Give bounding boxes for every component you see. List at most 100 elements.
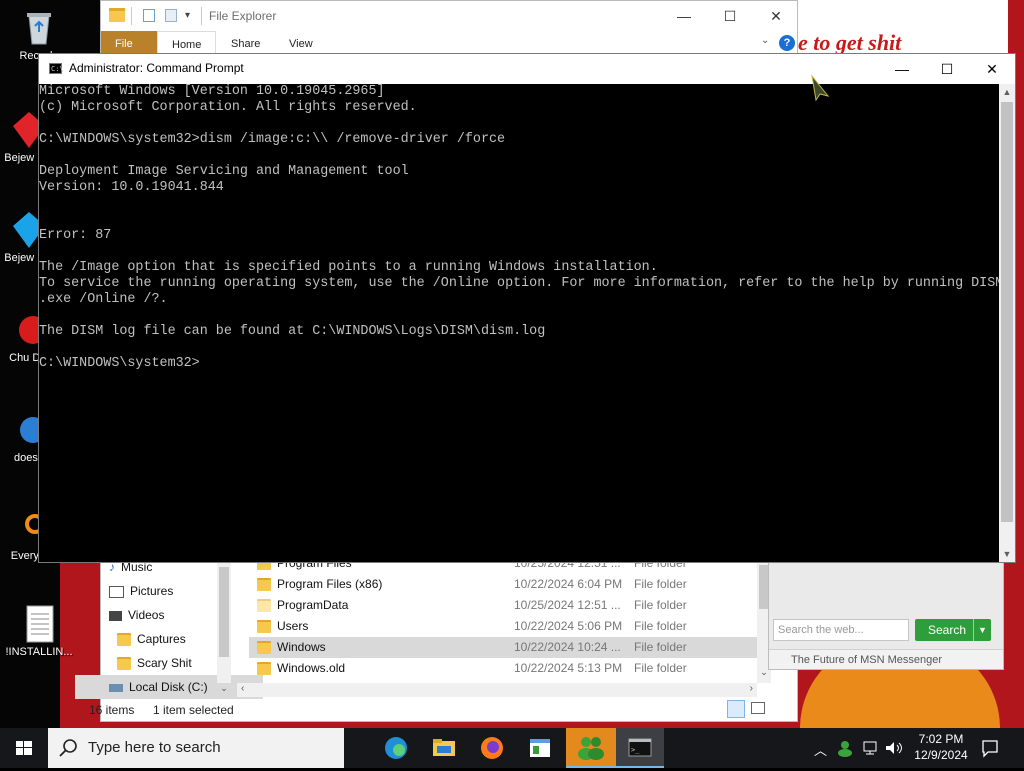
nav-item-label: Scary Shit: [137, 656, 192, 670]
console-line: Microsoft Windows [Version 10.0.19045.29…: [39, 84, 385, 99]
list-item-selected[interactable]: Windows 10/22/2024 10:24 ... File folder: [249, 637, 757, 658]
console-line: Error: 87: [39, 228, 112, 243]
file-type: File folder: [634, 661, 687, 675]
minimize-button[interactable]: —: [661, 1, 707, 31]
nav-item-local-disk[interactable]: Local Disk (C:): [75, 675, 263, 699]
scroll-up-icon[interactable]: ▲: [999, 84, 1015, 100]
console-line: C:\WINDOWS\system32>dism /image:c:\\ /re…: [39, 132, 506, 147]
nav-item-label: Videos: [128, 608, 165, 622]
scroll-down-icon[interactable]: ▼: [999, 546, 1015, 562]
command-prompt-window[interactable]: C:\ Administrator: Command Prompt — ☐ ✕ …: [38, 53, 1016, 563]
minimize-button[interactable]: —: [879, 54, 925, 84]
nav-item-pictures[interactable]: Pictures: [109, 579, 173, 603]
msn-tray-icon[interactable]: [836, 739, 854, 760]
folder-icon: [117, 657, 131, 671]
maximize-button[interactable]: ☐: [707, 1, 753, 31]
pictures-icon: [109, 585, 124, 598]
notification-center-icon[interactable]: [980, 738, 1000, 761]
start-button[interactable]: [0, 728, 48, 768]
videos-icon: [109, 610, 122, 621]
chevron-down-icon[interactable]: ▼: [973, 619, 987, 641]
web-search-input[interactable]: Search the web...: [773, 619, 909, 641]
horizontal-scrollbar[interactable]: ‹ ›: [237, 683, 757, 697]
network-icon[interactable]: [862, 739, 880, 760]
quick-access-dropdown-icon[interactable]: ▾: [185, 10, 190, 21]
scroll-down-icon[interactable]: ⌄: [217, 683, 231, 694]
tab-view[interactable]: View: [275, 31, 327, 55]
banner-text: e to get shit: [798, 30, 902, 54]
status-bar: 16 items 1 item selected: [89, 699, 797, 721]
taskbar-search-box[interactable]: Type here to search: [48, 728, 344, 768]
file-date: 10/22/2024 5:06 PM: [514, 619, 623, 633]
web-search-button[interactable]: Search ▼: [915, 619, 991, 641]
new-folder-icon[interactable]: [165, 9, 177, 22]
msn-footer: The Future of MSN Messenger: [769, 649, 1003, 669]
taskbar-app-command-prompt[interactable]: >_: [616, 728, 664, 768]
nav-item-label: Pictures: [130, 584, 174, 598]
tab-share[interactable]: Share: [217, 31, 274, 55]
ribbon-expand-icon[interactable]: ⌄: [761, 35, 769, 46]
volume-icon[interactable]: [884, 739, 904, 760]
scroll-left-icon[interactable]: ‹: [241, 683, 244, 694]
folder-icon: [257, 620, 271, 634]
list-item[interactable]: Program Files (x86) 10/22/2024 6:04 PM Fil…: [257, 574, 757, 595]
text-file-icon: [19, 604, 59, 644]
file-name: Windows: [277, 640, 326, 654]
close-button[interactable]: ✕: [753, 1, 799, 31]
console-scrollbar-thumb[interactable]: [1001, 102, 1013, 522]
nav-scrollbar-thumb[interactable]: [219, 567, 229, 657]
web-search-button-label: Search: [928, 623, 967, 637]
show-hidden-icons-icon[interactable]: ︿: [814, 740, 827, 759]
console-scrollbar[interactable]: ▲ ▼: [999, 84, 1015, 562]
details-view-icon[interactable]: [727, 700, 745, 718]
console-line: (c) Microsoft Corporation. All rights re…: [39, 100, 417, 115]
nav-scrollbar[interactable]: ⌄: [217, 559, 231, 693]
nav-item-scary-shit[interactable]: Scary Shit: [117, 651, 192, 675]
taskbar-app-notepad[interactable]: [516, 728, 564, 768]
maximize-button[interactable]: ☐: [924, 54, 970, 84]
file-type: File folder: [634, 619, 687, 633]
divider: [131, 7, 132, 25]
file-date: 10/22/2024 10:24 ...: [514, 640, 621, 654]
taskbar-app-firefox[interactable]: [468, 728, 516, 768]
msn-widget: Search the web... Search ▼ The Future of…: [768, 562, 1004, 670]
file-name: Users: [277, 619, 309, 633]
desktop-icon-installing[interactable]: !INSTALLIN...: [4, 604, 74, 658]
taskbar-app-msn-messenger[interactable]: [566, 728, 616, 768]
file-list: Program Files 10/25/2024 12:51 ... File fo…: [249, 559, 769, 683]
help-icon[interactable]: ?: [779, 35, 795, 51]
nav-item-label: Captures: [137, 632, 186, 646]
scroll-right-icon[interactable]: ›: [750, 683, 753, 694]
explorer-title: File Explorer: [209, 9, 277, 23]
properties-icon[interactable]: [143, 9, 155, 22]
list-item[interactable]: Windows.old 10/22/2024 5:13 PM File folder: [257, 658, 757, 679]
explorer-title-bar[interactable]: ▾ File Explorer — ☐ ✕: [101, 1, 797, 31]
nav-item-videos[interactable]: Videos: [109, 603, 164, 627]
folder-icon: [109, 8, 125, 22]
console-line: C:\WINDOWS\system32>: [39, 356, 200, 371]
drive-icon: [109, 683, 123, 692]
taskbar-app-edge[interactable]: [372, 728, 420, 768]
search-icon: [59, 739, 77, 757]
taskbar-search-placeholder: Type here to search: [88, 739, 221, 756]
windows-logo-icon: [16, 741, 32, 755]
console-output[interactable]: Microsoft Windows [Version 10.0.19045.29…: [39, 84, 999, 562]
large-icons-view-icon[interactable]: [751, 702, 765, 714]
close-button[interactable]: ✕: [969, 54, 1015, 84]
msn-messenger-icon: [578, 737, 604, 760]
file-name: Windows.old: [277, 661, 346, 675]
cmd-title-bar[interactable]: C:\ Administrator: Command Prompt — ☐ ✕: [39, 54, 1015, 84]
nav-item-captures[interactable]: Captures: [117, 627, 186, 651]
clock[interactable]: 7:02 PM 12/9/2024: [906, 731, 976, 763]
desktop-icon-label: !INSTALLIN...: [5, 646, 73, 658]
list-item[interactable]: ProgramData 10/25/2024 12:51 ... File fold…: [257, 595, 757, 616]
list-item[interactable]: Users 10/22/2024 5:06 PM File folder: [257, 616, 757, 637]
taskbar-app-file-explorer[interactable]: [420, 728, 468, 768]
tab-file[interactable]: File: [101, 31, 157, 55]
